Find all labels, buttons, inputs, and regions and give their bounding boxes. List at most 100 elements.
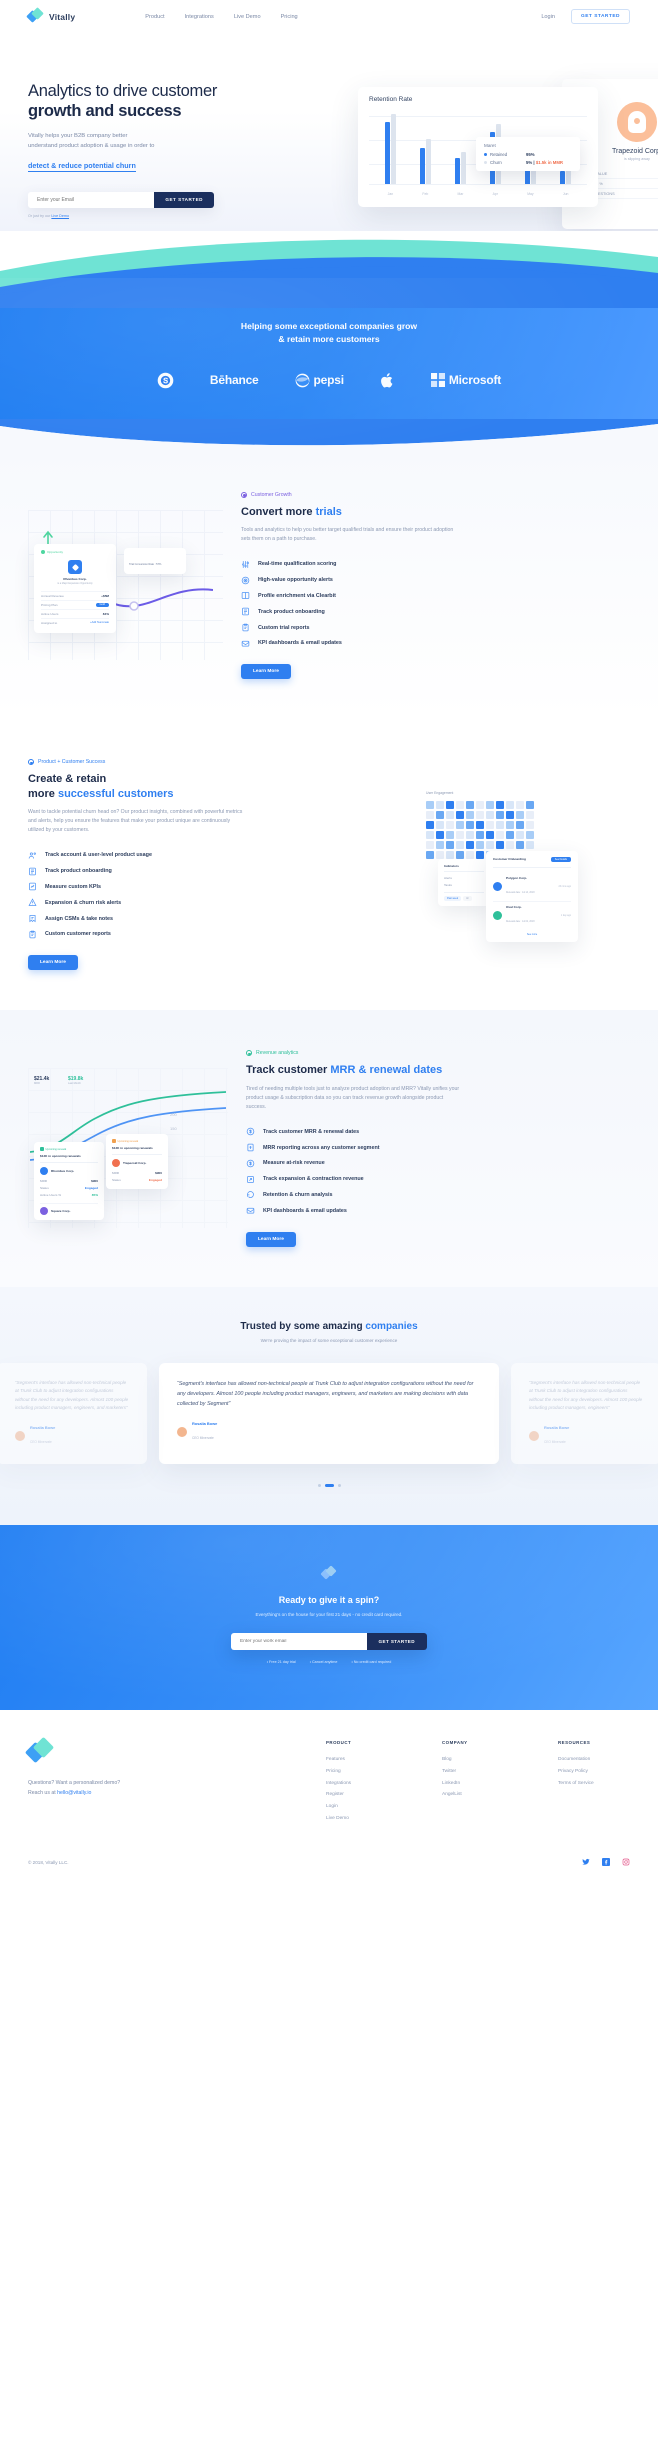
carousel-dot[interactable] <box>337 1483 341 1487</box>
login-link[interactable]: Login <box>541 14 555 20</box>
feature-title: Track customer MRR & renewal dates <box>246 1064 443 1077</box>
feature-list-item: Track product onboarding <box>28 863 402 879</box>
footer-link-angellist[interactable]: AngelList <box>442 1789 514 1801</box>
cta-get-started-button[interactable]: GET STARTED <box>366 1632 427 1650</box>
feature-item-label: Measure at-risk revenue <box>263 1160 325 1167</box>
footer-link-register[interactable]: Register <box>326 1789 398 1801</box>
feature-copy: Product + Customer Success Create & reta… <box>28 759 402 971</box>
customer-row[interactable]: Polygon Corp. Renewal date : Jul 14, 201… <box>493 873 571 901</box>
footer-link-integrations[interactable]: Integrations <box>326 1777 398 1789</box>
site-footer: Questions? Want a personalized demo? Rea… <box>0 1709 658 1883</box>
feature-list: Track customer MRR & renewal dates MRR r… <box>246 1124 630 1219</box>
cta-section: Ready to give it a spin? Everything's on… <box>0 1524 658 1710</box>
opportunity-row[interactable]: Assigned to +Add Teammate <box>41 618 109 627</box>
footer-link-twitter[interactable]: Twitter <box>442 1765 514 1777</box>
mail-icon <box>246 1206 255 1215</box>
customer-row[interactable]: Oval Corp. Renewal date : Jul 02, 2018 1… <box>493 900 571 930</box>
vitally-logo-icon <box>320 1564 337 1581</box>
header-actions: Login GET STARTED <box>541 9 630 24</box>
feature-list: Real-time qualification scoring High-val… <box>241 556 630 651</box>
learn-more-button[interactable]: Learn More <box>28 955 78 971</box>
footer-link-columns: PRODUCT Features Pricing Integrations Re… <box>326 1740 630 1825</box>
brand-logo[interactable]: Vitally <box>26 7 75 24</box>
cta-bullet: • Free 21 day trial <box>266 1659 296 1664</box>
hero-email-input[interactable] <box>28 191 155 208</box>
hero-live-demo-link[interactable]: Live Demo <box>51 214 69 218</box>
testimonial-role: CEO Minervate <box>30 1439 52 1444</box>
footer-link-live-demo[interactable]: Live Demo <box>326 1813 398 1825</box>
x-tick: Jun <box>562 192 569 196</box>
testimonial-card-next[interactable]: “Segment's interface has allowed non-tec… <box>511 1362 658 1464</box>
apple-icon <box>380 372 393 388</box>
instagram-icon[interactable] <box>622 1858 630 1866</box>
get-started-button[interactable]: GET STARTED <box>571 9 630 24</box>
carousel-dot-active[interactable] <box>324 1483 334 1487</box>
x-tick: Feb <box>422 192 429 196</box>
engagement-title: User Engagement <box>426 790 454 795</box>
copyright: © 2018, Vitally LLC. <box>28 1859 69 1865</box>
customer-avatar-icon <box>493 882 502 892</box>
testimonial-role: CEO Minervate <box>192 1435 214 1440</box>
nav-item-integrations[interactable]: Integrations <box>185 14 214 20</box>
logo-behance: Bēhance <box>210 373 259 387</box>
feature-item-label: Track account & user-level product usage <box>45 852 152 859</box>
footer-bottom: © 2018, Vitally LLC. <box>28 1858 630 1867</box>
footer-link-pricing[interactable]: Pricing <box>326 1765 398 1777</box>
hero-churn-link[interactable]: detect & reduce potential churn <box>28 161 136 172</box>
nav-item-live-demo[interactable]: Live Demo <box>234 14 261 20</box>
calendar-icon <box>112 1139 116 1143</box>
hero-title-line1: Analytics to drive customer <box>28 82 218 100</box>
learn-more-button[interactable]: Learn More <box>246 1231 296 1247</box>
feature-list: Track account & user-level product usage… <box>28 847 402 942</box>
testimonial-role: CEO Minervate <box>544 1439 566 1444</box>
twitter-icon[interactable] <box>582 1858 590 1866</box>
see-more-link[interactable]: See more <box>493 933 571 936</box>
feature-list-item: Custom trial reports <box>241 620 630 636</box>
indicators-sub1[interactable]: Alerts <box>444 875 484 882</box>
feature-item-label: Retention & churn analysis <box>263 1191 333 1198</box>
target-icon <box>241 576 250 585</box>
company-avatar-icon <box>112 1158 120 1167</box>
conversion-tooltip: Trial Conversion Rate : 57% <box>124 548 186 575</box>
footer-link-features[interactable]: Features <box>326 1754 398 1766</box>
nav-item-product[interactable]: Product <box>145 14 164 20</box>
nav-item-pricing[interactable]: Pricing <box>281 14 298 20</box>
footer-contact: Questions? Want a personalized demo? Rea… <box>28 1778 308 1798</box>
facebook-icon[interactable] <box>602 1858 610 1867</box>
tooltip-month: Maret <box>484 143 496 148</box>
renewal-title: $12K in upcoming renewals <box>40 1153 81 1158</box>
footer-link-blog[interactable]: Blog <box>442 1754 514 1766</box>
testimonials-carousel: “Segment's interface has allowed non-tec… <box>0 1362 658 1464</box>
footer-column-company: COMPANY Blog Twitter LinkedIn AngelList <box>442 1740 514 1825</box>
renewal-title: $12K in upcoming renewals <box>112 1145 153 1150</box>
hero-get-started-button[interactable]: GET STARTED <box>154 191 214 208</box>
customers-band-body: Helping some exceptional companies grow … <box>0 278 658 498</box>
footer-email-link[interactable]: hello@vitally.io <box>57 1790 91 1796</box>
tooltip-label: Retained <box>490 152 508 157</box>
feature-item-label: KPI dashboards & email updates <box>258 640 342 647</box>
footer-link-privacy[interactable]: Privacy Policy <box>558 1765 630 1777</box>
users-icon <box>28 851 37 860</box>
footer-link-documentation[interactable]: Documentation <box>558 1754 630 1766</box>
learn-more-button[interactable]: Learn More <box>241 664 291 680</box>
feature-section-trials: Opportunity Rhombus Corp. is a Major Exp… <box>0 451 658 720</box>
footer-link-linkedin[interactable]: LinkedIn <box>442 1777 514 1789</box>
feature-item-label: Profile enrichment via Clearbit <box>258 592 336 599</box>
cta-email-input[interactable] <box>231 1632 367 1650</box>
testimonial-card-prev[interactable]: “Segment's interface has allowed non-tec… <box>0 1362 147 1464</box>
feature-item-label: Assign CSMs & take notes <box>45 915 113 922</box>
x-tick: Apr <box>492 192 498 196</box>
testimonial-card-active[interactable]: “Segment's interface has allowed non-tec… <box>159 1362 499 1464</box>
vitally-logo-icon[interactable] <box>24 1736 55 1764</box>
feature-eyebrow: Customer Growth <box>241 491 630 498</box>
see-details-button[interactable]: See Details <box>550 856 571 862</box>
dollar-icon <box>246 1159 255 1168</box>
footer-link-login[interactable]: Login <box>326 1801 398 1813</box>
bar-group <box>419 139 432 184</box>
x-tick: Mar <box>457 192 464 196</box>
carousel-dot[interactable] <box>317 1483 321 1487</box>
footer-link-terms[interactable]: Terms of Service <box>558 1777 630 1789</box>
renewal-card-secondary: Upcoming renewal $12K in upcoming renewa… <box>106 1134 168 1189</box>
social-links <box>582 1858 630 1867</box>
indicators-sub2[interactable]: Tasks <box>444 882 484 889</box>
